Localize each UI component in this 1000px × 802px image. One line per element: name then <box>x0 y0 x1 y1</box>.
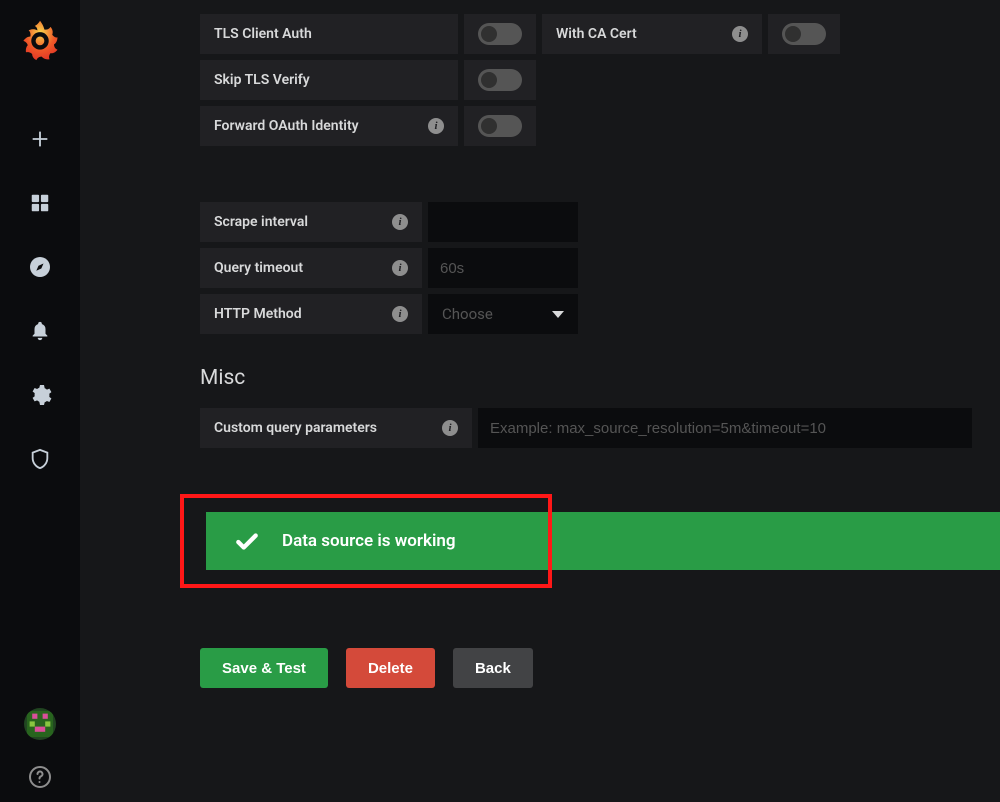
label-text: Query timeout <box>214 260 303 276</box>
delete-button[interactable]: Delete <box>346 648 435 688</box>
annotation-highlight: Data source is working <box>180 494 552 588</box>
back-button[interactable]: Back <box>453 648 533 688</box>
scrape-interval-label: Scrape interval i <box>200 202 422 242</box>
chevron-down-icon <box>552 311 564 318</box>
info-icon[interactable]: i <box>392 306 408 322</box>
label-text: HTTP Method <box>214 306 302 322</box>
custom-params-input-wrap <box>478 408 972 448</box>
dashboards-icon[interactable] <box>21 184 59 222</box>
grafana-logo-icon[interactable] <box>16 16 64 64</box>
http-method-select[interactable]: Choose <box>428 294 578 334</box>
label-text: With CA Cert <box>556 26 637 42</box>
scrape-interval-input[interactable] <box>438 201 568 243</box>
help-icon[interactable] <box>21 758 59 796</box>
http-method-label: HTTP Method i <box>200 294 422 334</box>
status-message: Data source is working <box>282 531 456 551</box>
tls-client-auth-label: TLS Client Auth <box>200 14 458 54</box>
label-text: TLS Client Auth <box>214 26 312 42</box>
plus-icon[interactable] <box>21 120 59 158</box>
query-timeout-label: Query timeout i <box>200 248 422 288</box>
select-placeholder: Choose <box>442 305 493 323</box>
shield-icon[interactable] <box>21 440 59 478</box>
query-timeout-input[interactable] <box>438 247 568 289</box>
bell-icon[interactable] <box>21 312 59 350</box>
save-test-button[interactable]: Save & Test <box>200 648 328 688</box>
sidebar <box>0 0 80 802</box>
query-timeout-input-wrap <box>428 248 578 288</box>
gear-icon[interactable] <box>21 376 59 414</box>
compass-icon[interactable] <box>21 248 59 286</box>
label-text: Forward OAuth Identity <box>214 118 359 134</box>
status-banner: Data source is working <box>206 512 548 570</box>
misc-heading: Misc <box>200 366 1000 390</box>
check-icon <box>234 528 260 554</box>
tls-client-auth-toggle[interactable] <box>464 14 536 54</box>
info-icon[interactable]: i <box>442 420 458 436</box>
info-icon[interactable]: i <box>392 260 408 276</box>
forward-oauth-label: Forward OAuth Identity i <box>200 106 458 146</box>
custom-params-input[interactable] <box>488 407 962 449</box>
with-ca-cert-toggle[interactable] <box>768 14 840 54</box>
status-banner-extension <box>552 512 1000 570</box>
info-icon[interactable]: i <box>428 118 444 134</box>
label-text: Scrape interval <box>214 214 308 230</box>
label-text: Skip TLS Verify <box>214 72 310 88</box>
user-avatar[interactable] <box>24 708 56 740</box>
info-icon[interactable]: i <box>392 214 408 230</box>
scrape-interval-input-wrap <box>428 202 578 242</box>
info-icon[interactable]: i <box>732 26 748 42</box>
skip-tls-verify-label: Skip TLS Verify <box>200 60 458 100</box>
with-ca-cert-label: With CA Cert i <box>542 14 762 54</box>
settings-form: TLS Client Auth With CA Cert i Skip TLS … <box>80 0 1000 802</box>
label-text: Custom query parameters <box>214 420 377 436</box>
custom-params-label: Custom query parameters i <box>200 408 472 448</box>
forward-oauth-toggle[interactable] <box>464 106 536 146</box>
skip-tls-verify-toggle[interactable] <box>464 60 536 100</box>
